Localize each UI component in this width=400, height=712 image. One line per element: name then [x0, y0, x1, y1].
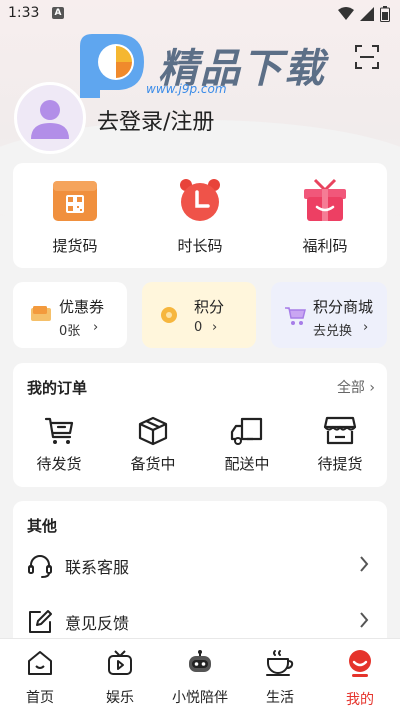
coin-icon: [161, 307, 177, 323]
other-title: 其他: [27, 517, 58, 535]
login-register-link[interactable]: 去登录/注册: [97, 104, 214, 136]
tab-entertainment[interactable]: 娱乐: [80, 649, 160, 707]
order-status-preparing[interactable]: 备货中: [113, 415, 193, 474]
contact-support-row[interactable]: 联系客服: [13, 541, 387, 589]
smile-person-icon: [349, 650, 371, 677]
tv-icon: [108, 650, 132, 675]
notification-icon: A: [52, 7, 64, 19]
watermark-logo: 精品下载 www.j9p.com: [70, 28, 330, 108]
user-avatar-icon: [31, 100, 69, 139]
feedback-label: 意见反馈: [65, 614, 130, 633]
chevron-right-icon: ›: [363, 320, 369, 335]
contact-support-label: 联系客服: [65, 558, 130, 577]
battery-icon: [380, 6, 390, 22]
edit-icon: [29, 610, 52, 633]
order-status-label: 配送中: [224, 455, 270, 473]
status-time: 1:33: [8, 5, 40, 21]
orders-title: 我的订单: [27, 379, 88, 397]
headset-icon: [28, 555, 52, 578]
tab-label: 我的: [346, 692, 374, 708]
alarm-clock-icon: [180, 179, 220, 221]
orders-all-label: 全部: [336, 380, 365, 396]
watermark-url: www.j9p.com: [146, 82, 227, 96]
avatar[interactable]: [14, 82, 86, 154]
points-card[interactable]: 积分 0 ›: [142, 282, 256, 348]
tab-label: 小悦陪伴: [172, 690, 228, 706]
scan-icon[interactable]: [354, 44, 380, 70]
tab-label: 娱乐: [106, 690, 134, 706]
status-bar: 1:33 A: [0, 0, 400, 28]
tab-label: 首页: [26, 690, 54, 706]
status-icons: [338, 6, 390, 22]
quick-action-label: 时长码: [177, 237, 223, 255]
chevron-right-icon: ›: [364, 380, 375, 396]
orders-all-link[interactable]: 全部 ›: [337, 377, 375, 397]
tab-label: 生活: [266, 690, 294, 706]
cart-icon: [44, 417, 74, 444]
home-icon: [28, 651, 52, 675]
chevron-right-icon: [360, 556, 369, 572]
order-status-to-ship[interactable]: 待发货: [19, 415, 99, 474]
tab-mine[interactable]: 我的: [320, 649, 400, 709]
order-status-label: 备货中: [130, 455, 176, 473]
points-mall-title: 积分商城: [313, 298, 374, 316]
coupon-card[interactable]: 优惠券 0张 ›: [13, 282, 127, 348]
signal-icon: [360, 7, 374, 21]
quick-action-label: 福利码: [302, 237, 348, 255]
robot-icon: [189, 650, 211, 672]
coupon-title: 优惠券: [59, 298, 105, 316]
store-icon: [323, 416, 357, 445]
order-status-to-pickup[interactable]: 待提货: [300, 415, 380, 474]
coupon-count: 0张: [59, 324, 81, 339]
coupon-icon: [31, 306, 51, 321]
tab-life[interactable]: 生活: [240, 649, 320, 707]
points-value: 0: [194, 320, 203, 335]
qr-box-icon: [53, 181, 97, 221]
order-status-label: 待发货: [36, 455, 82, 473]
points-mall-redeem: 去兑换: [313, 324, 353, 339]
my-orders-card: 我的订单 全部 › 待发货 备货中 配送中 待提货: [13, 363, 387, 487]
shopping-cart-icon: [285, 307, 306, 325]
order-status-label: 待提货: [317, 455, 363, 473]
quick-action-pickup-code[interactable]: 提货码: [25, 177, 125, 257]
points-mall-card[interactable]: 积分商城 去兑换 ›: [271, 282, 387, 348]
quick-action-welfare-code[interactable]: 福利码: [275, 177, 375, 257]
wifi-icon: [338, 7, 354, 20]
bottom-tab-bar: 首页 娱乐 小悦陪伴 生活 我的: [0, 638, 400, 712]
gift-icon: [304, 178, 346, 221]
coffee-icon: [266, 650, 294, 676]
tab-home[interactable]: 首页: [0, 649, 80, 707]
chevron-right-icon: ›: [93, 320, 99, 335]
tab-companion[interactable]: 小悦陪伴: [160, 649, 240, 707]
quick-action-label: 提货码: [52, 237, 98, 255]
other-card: 其他 联系客服 意见反馈: [13, 501, 387, 661]
order-status-delivering[interactable]: 配送中: [207, 415, 287, 474]
points-title: 积分: [194, 298, 225, 316]
watermark-p-icon: [80, 34, 144, 98]
package-icon: [138, 416, 168, 446]
quick-actions-card: 提货码 时长码 福利码: [13, 163, 387, 268]
quick-action-time-code[interactable]: 时长码: [150, 177, 250, 257]
chevron-right-icon: [360, 612, 369, 628]
chevron-right-icon: ›: [212, 320, 218, 335]
truck-icon: [230, 417, 263, 445]
